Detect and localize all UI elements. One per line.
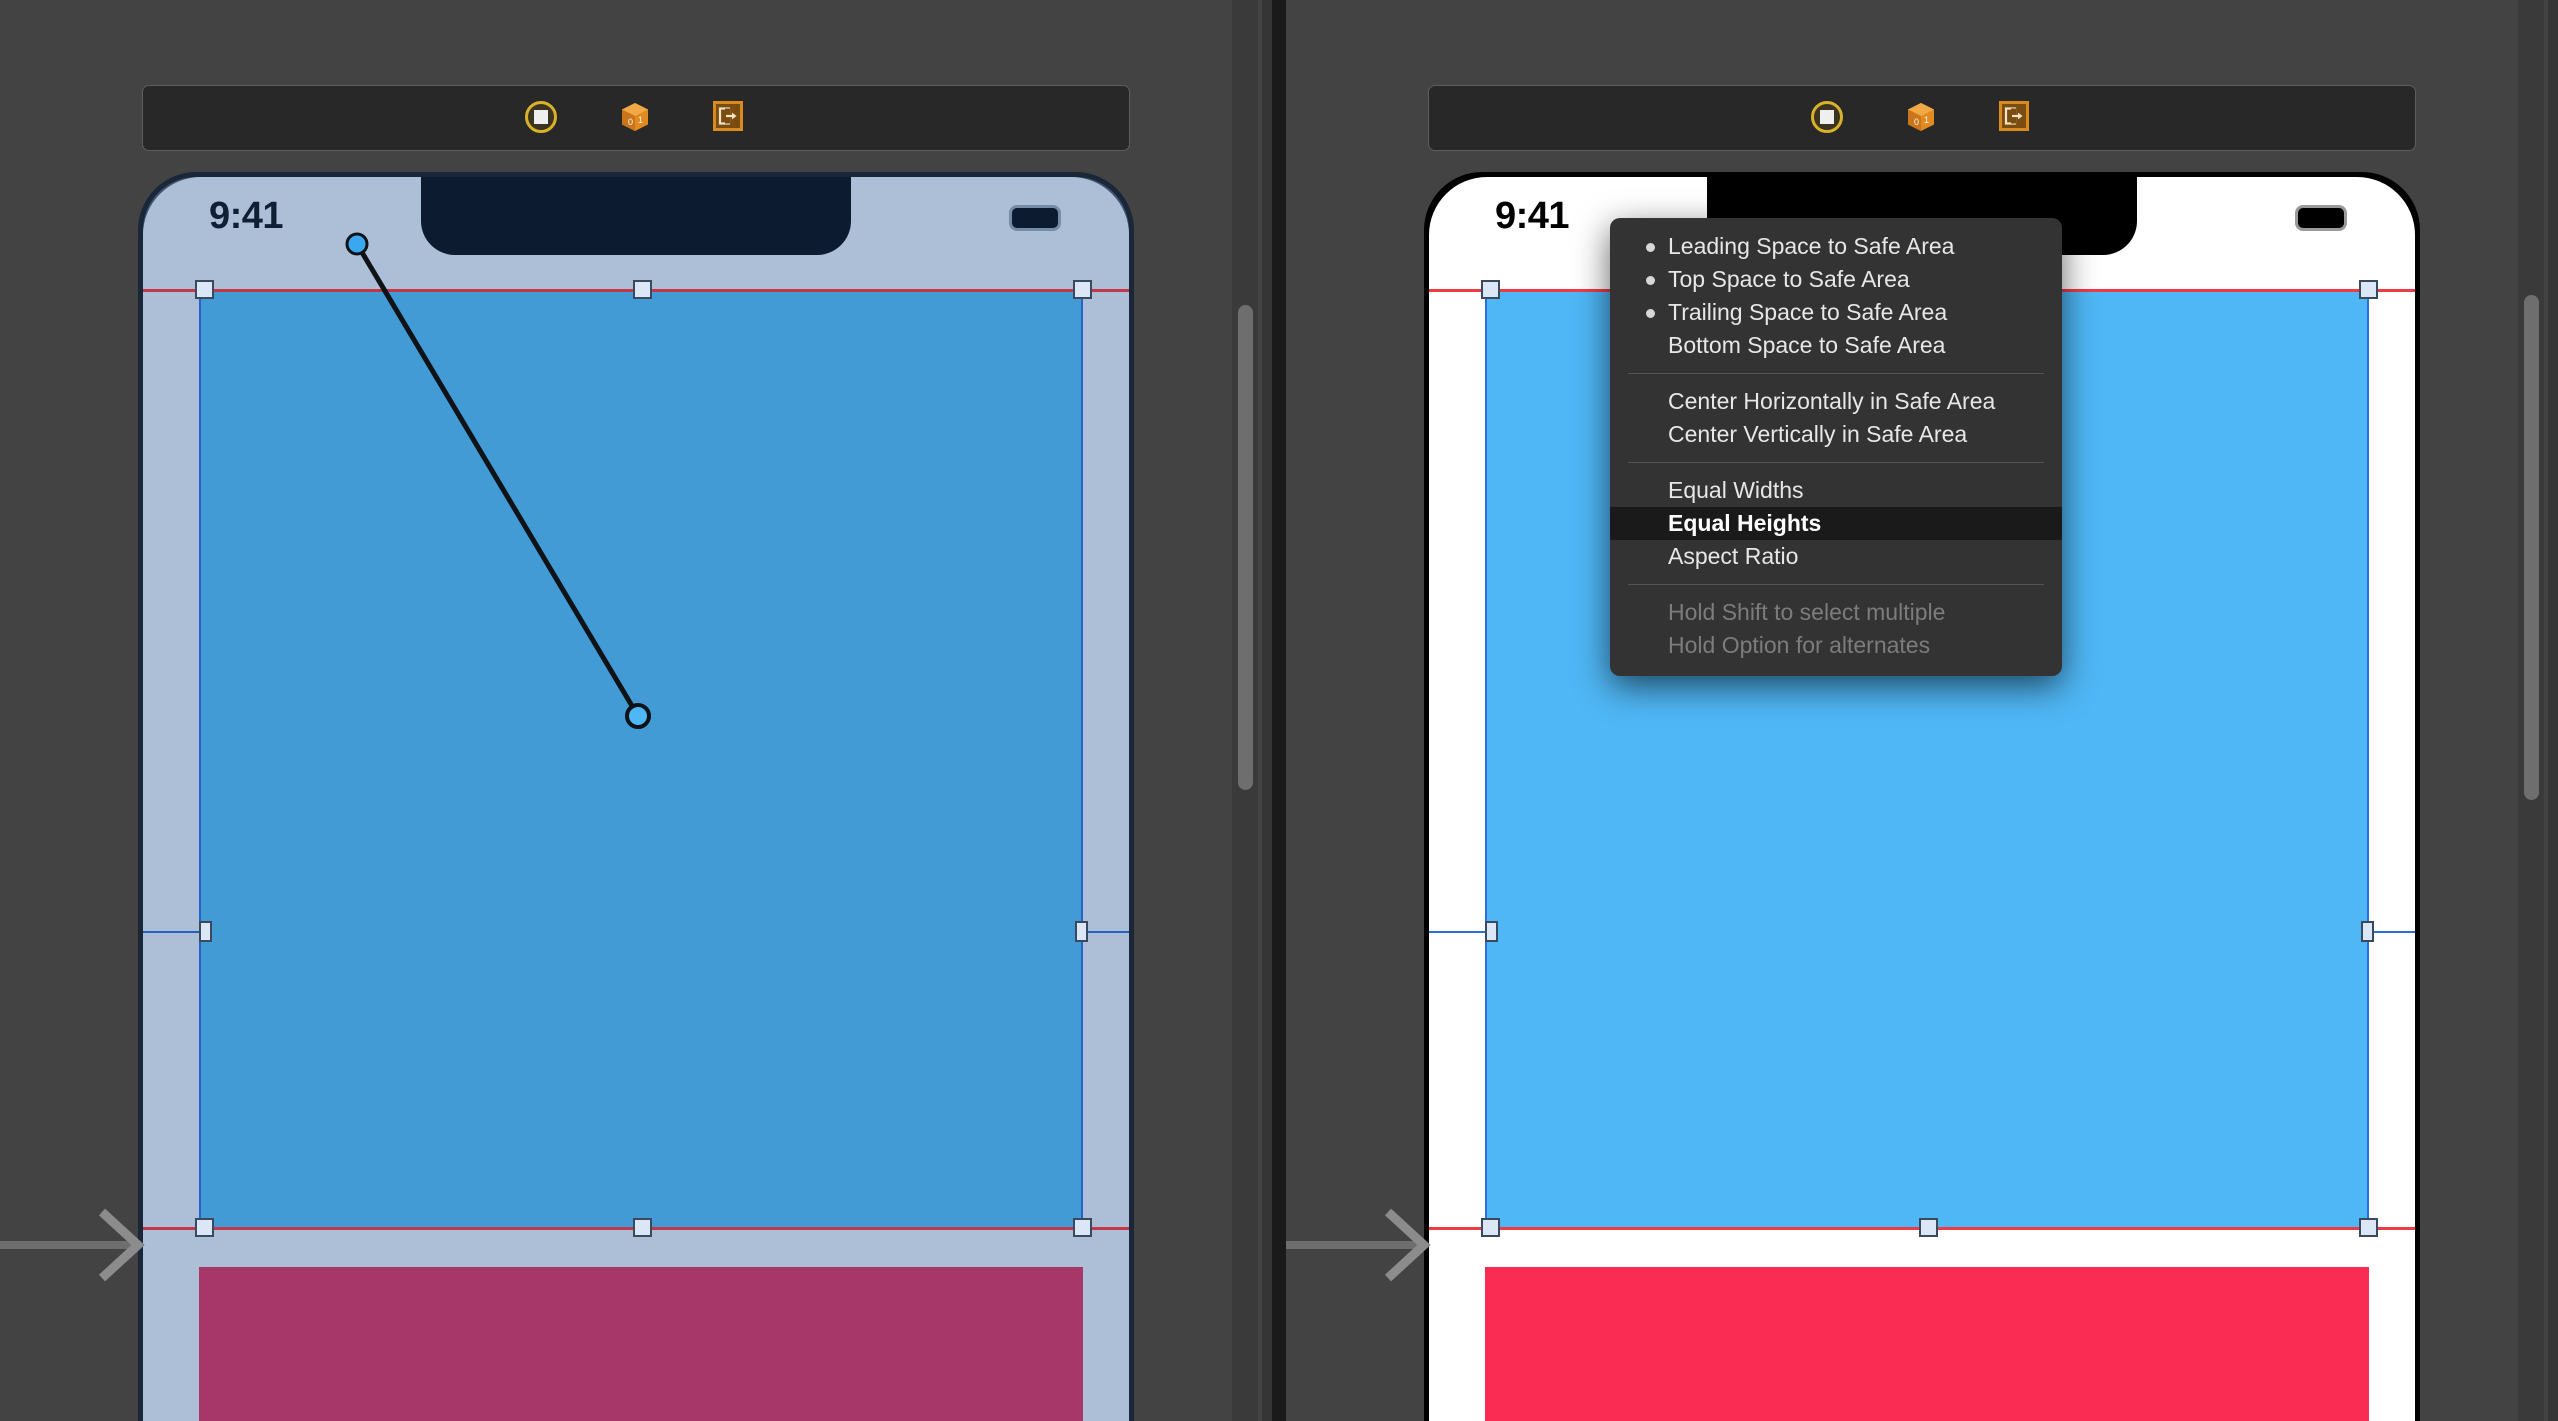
exit-segue-icon[interactable] — [713, 101, 747, 135]
left-pane-right-edge — [1262, 0, 1272, 1421]
selection-handle-mid-left[interactable] — [199, 921, 212, 942]
menu-item-leading-space-to-safe-area[interactable]: Leading Space to Safe Area — [1610, 230, 2062, 263]
menu-separator — [1628, 462, 2044, 463]
status-bar-time: 9:41 — [209, 195, 284, 237]
menu-separator — [1628, 373, 2044, 374]
selection-handle-top-left[interactable] — [1481, 280, 1500, 299]
selection-edge-right — [2367, 291, 2369, 1229]
scene-pane-right[interactable]: 0 1 9:41 — [1286, 0, 2558, 1421]
view-controller-icon[interactable] — [1811, 101, 1845, 135]
selection-handle-bottom-left[interactable] — [1481, 1218, 1500, 1237]
selection-handle-bottom-right[interactable] — [1073, 1218, 1092, 1237]
selection-handle-mid-left[interactable] — [1485, 921, 1498, 942]
left-pane-scrollbar-thumb[interactable] — [1238, 305, 1253, 790]
selection-edge-left — [199, 291, 201, 1229]
menu-item-trailing-space-to-safe-area[interactable]: Trailing Space to Safe Area — [1610, 296, 2062, 329]
menu-hint-hold-option: Hold Option for alternates — [1668, 632, 1931, 658]
svg-text:0: 0 — [628, 117, 633, 127]
blue-view[interactable] — [199, 291, 1083, 1229]
status-bar-battery-icon — [2295, 205, 2347, 231]
view-controller-icon[interactable] — [525, 101, 559, 135]
menu-separator — [1628, 584, 2044, 585]
right-pane-right-edge — [2548, 0, 2558, 1421]
menu-hint-hold-shift: Hold Shift to select multiple — [1668, 599, 1946, 625]
selection-handle-top-left[interactable] — [195, 280, 214, 299]
red-view[interactable] — [199, 1267, 1083, 1421]
scene-toolbar-left[interactable]: 0 1 — [142, 85, 1130, 151]
menu-item-center-vertically-in-safe-area[interactable]: Center Vertically in Safe Area — [1610, 418, 2062, 451]
selection-edge-right — [1081, 291, 1083, 1229]
first-responder-cube-icon[interactable]: 0 1 — [619, 101, 653, 135]
storyboard-canvas: 0 1 9:41 0 1 9:41 Leading Space to Safe … — [0, 0, 2558, 1421]
menu-item-top-space-to-safe-area[interactable]: Top Space to Safe Area — [1610, 263, 2062, 296]
first-responder-cube-icon[interactable]: 0 1 — [1905, 101, 1939, 135]
exit-segue-icon[interactable] — [1999, 101, 2033, 135]
storyboard-entry-point-arrow — [0, 1200, 150, 1295]
selection-handle-top-center[interactable] — [633, 280, 652, 299]
device-notch — [421, 177, 851, 255]
status-bar-battery-icon — [1009, 205, 1061, 231]
svg-text:0: 0 — [1914, 117, 1919, 127]
selection-handle-mid-right[interactable] — [1075, 921, 1088, 942]
selection-handle-top-right[interactable] — [2359, 280, 2378, 299]
left-pane-scrollbar[interactable] — [1232, 0, 1258, 1421]
menu-item-bottom-space-to-safe-area[interactable]: Bottom Space to Safe Area — [1610, 329, 2062, 362]
red-view[interactable] — [1485, 1267, 2369, 1421]
selection-edge-left — [1485, 291, 1487, 1229]
right-pane-scrollbar-thumb[interactable] — [2524, 295, 2539, 800]
selection-mid-guide-left — [1429, 931, 1491, 933]
selection-mid-guide-left — [143, 931, 205, 933]
scene-toolbar-right[interactable]: 0 1 — [1428, 85, 2416, 151]
scene-pane-left[interactable]: 0 1 9:41 — [0, 0, 1272, 1421]
right-pane-scrollbar[interactable] — [2518, 0, 2544, 1421]
pane-divider[interactable] — [1272, 0, 1286, 1421]
menu-item-center-horizontally-in-safe-area[interactable]: Center Horizontally in Safe Area — [1610, 385, 2062, 418]
constraint-context-menu[interactable]: Leading Space to Safe Area Top Space to … — [1610, 218, 2062, 676]
menu-item-aspect-ratio[interactable]: Aspect Ratio — [1610, 540, 2062, 573]
selection-handle-bottom-right[interactable] — [2359, 1218, 2378, 1237]
selection-handle-top-right[interactable] — [1073, 280, 1092, 299]
selection-handle-mid-right[interactable] — [2361, 921, 2374, 942]
status-bar-time: 9:41 — [1495, 195, 1570, 237]
menu-item-equal-heights[interactable]: Equal Heights — [1610, 507, 2062, 540]
svg-text:1: 1 — [1924, 115, 1929, 125]
svg-text:1: 1 — [638, 115, 643, 125]
storyboard-entry-point-arrow — [1286, 1200, 1436, 1295]
selection-handle-bottom-center[interactable] — [633, 1218, 652, 1237]
selection-handle-bottom-center[interactable] — [1919, 1218, 1938, 1237]
selection-handle-bottom-left[interactable] — [195, 1218, 214, 1237]
menu-item-equal-widths[interactable]: Equal Widths — [1610, 474, 2062, 507]
device-preview-left[interactable]: 9:41 — [138, 172, 1134, 1421]
